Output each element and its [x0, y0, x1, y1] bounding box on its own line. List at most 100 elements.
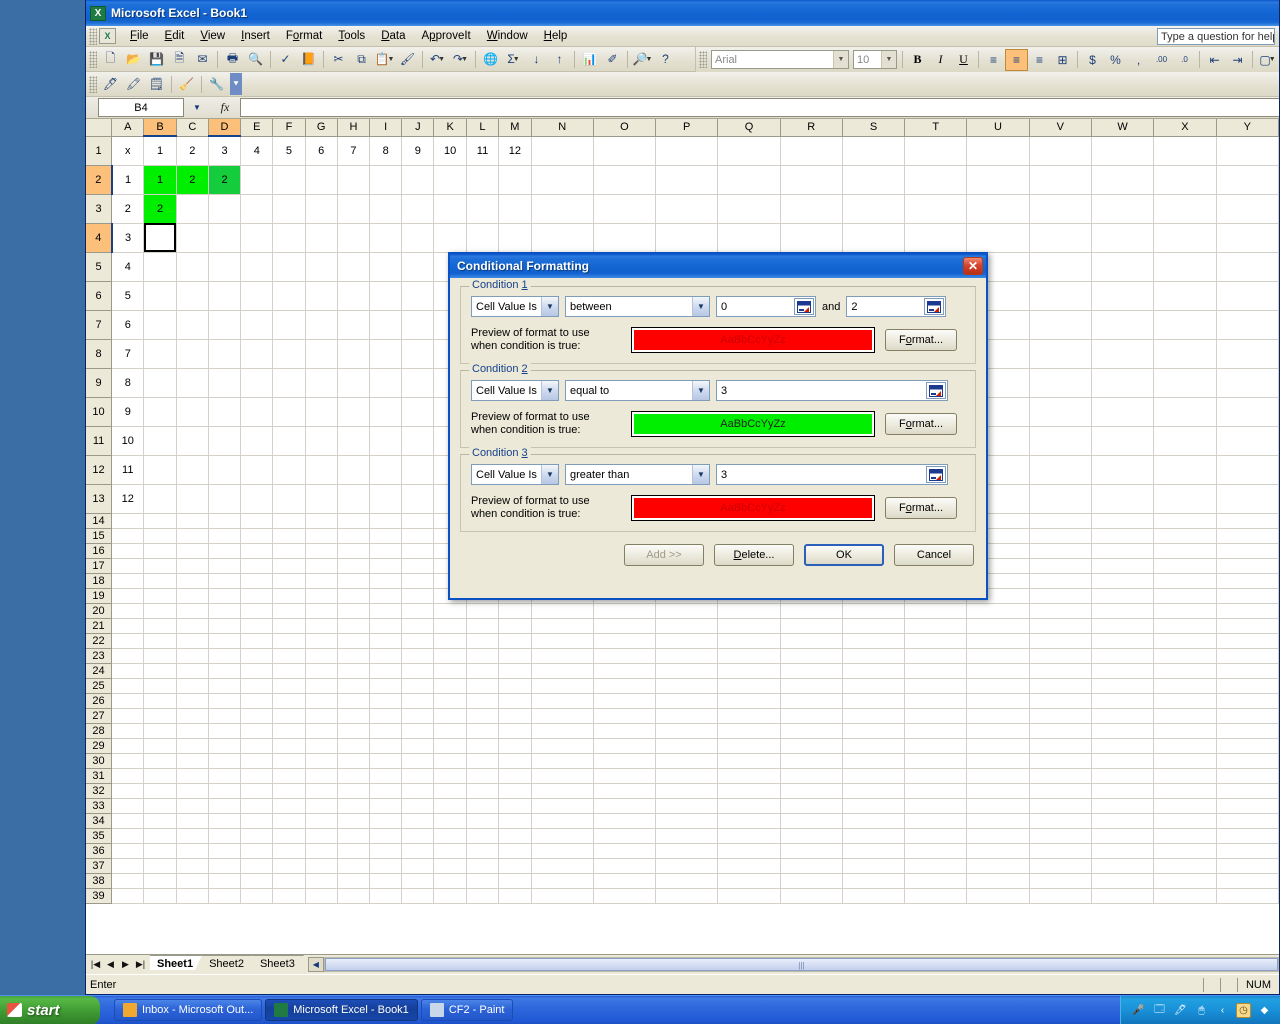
cell-q28[interactable]: [717, 723, 781, 739]
cell-t22[interactable]: [904, 633, 968, 649]
condition-1-comparison-dropdown[interactable]: between ▼: [565, 296, 710, 317]
cell-b14[interactable]: [143, 513, 177, 529]
cell-b26[interactable]: [143, 693, 177, 709]
cell-e12[interactable]: [240, 455, 274, 485]
cell-s21[interactable]: [842, 618, 906, 634]
cell-s37[interactable]: [842, 858, 906, 874]
cell-a32[interactable]: [111, 783, 145, 799]
cell-r34[interactable]: [780, 813, 843, 829]
cell-w23[interactable]: [1091, 648, 1155, 664]
cell-d5[interactable]: [208, 252, 242, 282]
cell-n37[interactable]: [531, 858, 594, 874]
cell-a17[interactable]: [111, 558, 145, 574]
row-header-5[interactable]: 5: [86, 252, 113, 282]
cell-g8[interactable]: [305, 339, 338, 369]
cell-d9[interactable]: [208, 368, 242, 398]
cell-p35[interactable]: [655, 828, 719, 844]
comma-icon[interactable]: ,: [1127, 49, 1150, 71]
chevron-down-icon[interactable]: ▼: [833, 51, 848, 68]
cell-b8[interactable]: [143, 339, 177, 369]
cell-d24[interactable]: [208, 663, 242, 679]
cell-v39[interactable]: [1029, 888, 1092, 904]
cell-c1[interactable]: 2: [176, 136, 209, 166]
cell-x38[interactable]: [1153, 873, 1217, 889]
cell-q24[interactable]: [717, 663, 781, 679]
cell-y38[interactable]: [1216, 873, 1279, 889]
cell-f17[interactable]: [272, 558, 306, 574]
align-right-icon[interactable]: ≡: [1028, 49, 1051, 71]
cell-v20[interactable]: [1029, 603, 1092, 619]
cell-c27[interactable]: [176, 708, 209, 724]
cell-w31[interactable]: [1091, 768, 1155, 784]
cell-v3[interactable]: [1029, 194, 1092, 224]
menu-view[interactable]: View: [192, 28, 233, 44]
column-header-n[interactable]: N: [531, 119, 594, 137]
cut-icon[interactable]: ✂: [327, 48, 350, 70]
cell-a36[interactable]: [111, 843, 145, 859]
cell-i27[interactable]: [369, 708, 403, 724]
cell-k3[interactable]: [433, 194, 467, 224]
cell-m30[interactable]: [498, 753, 532, 769]
cell-v18[interactable]: [1029, 573, 1092, 589]
cell-r1[interactable]: [780, 136, 843, 166]
taskbar-button[interactable]: CF2 - Paint: [420, 999, 514, 1021]
cell-v27[interactable]: [1029, 708, 1092, 724]
cell-m28[interactable]: [498, 723, 532, 739]
cell-d14[interactable]: [208, 513, 242, 529]
cell-j6[interactable]: [401, 281, 435, 311]
eraser-icon[interactable]: 🧹: [175, 73, 198, 95]
cell-g13[interactable]: [305, 484, 338, 514]
cell-a7[interactable]: 6: [111, 310, 145, 340]
cell-u22[interactable]: [966, 633, 1030, 649]
cell-i35[interactable]: [369, 828, 403, 844]
cell-y33[interactable]: [1216, 798, 1279, 814]
cell-g24[interactable]: [305, 663, 338, 679]
cell-l34[interactable]: [466, 813, 500, 829]
cell-p20[interactable]: [655, 603, 719, 619]
sort-desc-icon[interactable]: ↑: [548, 48, 571, 70]
cell-p2[interactable]: [655, 165, 719, 195]
cell-m32[interactable]: [498, 783, 532, 799]
close-icon[interactable]: ✕: [963, 257, 983, 275]
cell-b2[interactable]: 1: [143, 165, 177, 195]
column-header-f[interactable]: F: [272, 119, 306, 137]
cell-t36[interactable]: [904, 843, 968, 859]
column-header-i[interactable]: I: [369, 119, 403, 137]
cell-k2[interactable]: [433, 165, 467, 195]
cell-c38[interactable]: [176, 873, 209, 889]
cell-n34[interactable]: [531, 813, 594, 829]
cell-m34[interactable]: [498, 813, 532, 829]
cell-i23[interactable]: [369, 648, 403, 664]
cell-e17[interactable]: [240, 558, 274, 574]
cell-u29[interactable]: [966, 738, 1030, 754]
cell-r2[interactable]: [780, 165, 843, 195]
cell-k39[interactable]: [433, 888, 467, 904]
cell-u21[interactable]: [966, 618, 1030, 634]
cell-d16[interactable]: [208, 543, 242, 559]
cell-q27[interactable]: [717, 708, 781, 724]
cell-t20[interactable]: [904, 603, 968, 619]
cell-y26[interactable]: [1216, 693, 1279, 709]
cell-v14[interactable]: [1029, 513, 1092, 529]
condition-3-format-button[interactable]: Fo rmat...: [885, 497, 957, 519]
cell-k31[interactable]: [433, 768, 467, 784]
column-header-u[interactable]: U: [966, 119, 1030, 137]
cell-o25[interactable]: [593, 678, 657, 694]
cell-n28[interactable]: [531, 723, 594, 739]
cell-e4[interactable]: [240, 223, 274, 253]
cell-a5[interactable]: 4: [111, 252, 145, 282]
cell-k23[interactable]: [433, 648, 467, 664]
cell-y18[interactable]: [1216, 573, 1279, 589]
menu-help[interactable]: Help: [536, 28, 576, 44]
cell-h31[interactable]: [337, 768, 371, 784]
cell-x13[interactable]: [1153, 484, 1217, 514]
cell-j13[interactable]: [401, 484, 435, 514]
cell-a1[interactable]: x: [111, 136, 145, 166]
cell-f28[interactable]: [272, 723, 306, 739]
cell-m37[interactable]: [498, 858, 532, 874]
cell-w12[interactable]: [1091, 455, 1155, 485]
cell-f30[interactable]: [272, 753, 306, 769]
cell-x20[interactable]: [1153, 603, 1217, 619]
cell-g18[interactable]: [305, 573, 338, 589]
cell-h21[interactable]: [337, 618, 371, 634]
